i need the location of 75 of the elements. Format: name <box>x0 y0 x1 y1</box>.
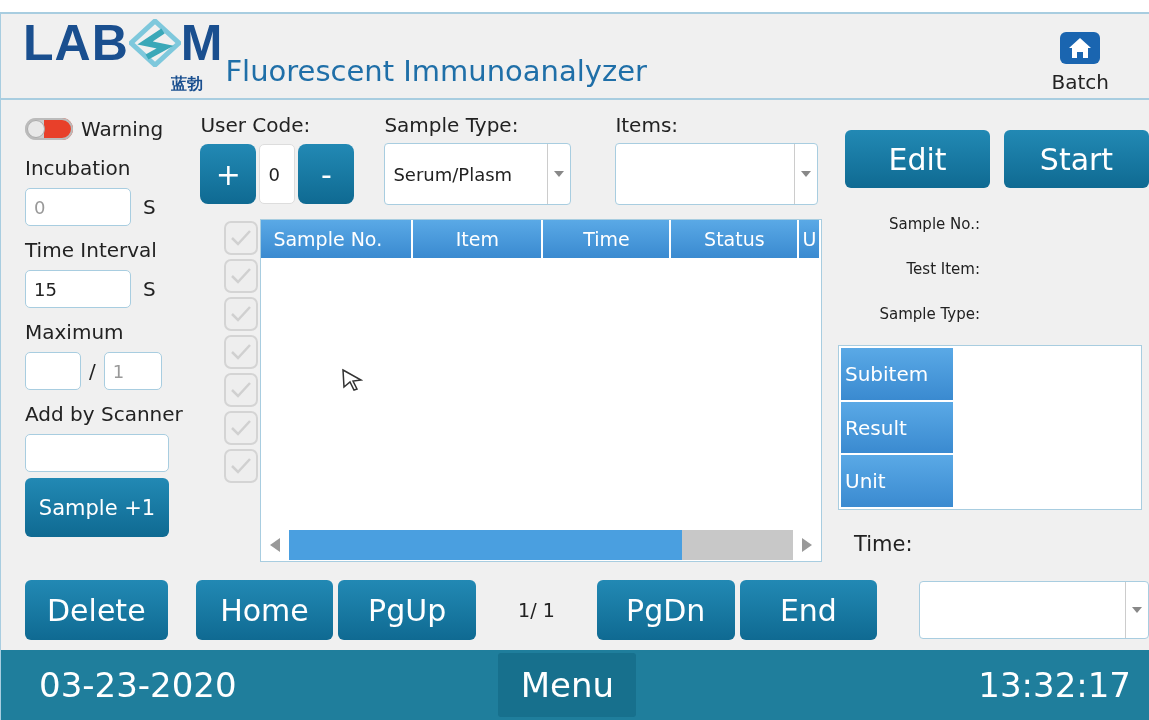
row-checkbox[interactable] <box>224 449 259 483</box>
home-icon <box>1060 32 1101 64</box>
time-interval-label: Time Interval <box>25 238 158 262</box>
check-icon <box>230 457 253 475</box>
incubation-field[interactable]: 0 <box>25 188 131 226</box>
row-checkbox[interactable] <box>224 221 259 255</box>
logo-icon <box>128 19 181 67</box>
sample-type-label: Sample Type: <box>384 113 520 137</box>
delete-button[interactable]: Delete <box>25 580 168 640</box>
page-nav-button[interactable]: End <box>739 580 878 640</box>
check-icon <box>230 381 253 399</box>
batch-button[interactable]: Batch <box>1051 32 1109 94</box>
app-title: Fluorescent Immunoanalyzer <box>225 54 647 88</box>
maximum-total-field[interactable]: 1 <box>103 352 162 390</box>
column-header[interactable]: U <box>799 220 820 258</box>
maximum-field[interactable] <box>25 352 81 390</box>
check-icon <box>230 229 253 247</box>
scanner-field[interactable] <box>25 434 169 472</box>
check-icon <box>230 419 253 437</box>
scroll-left-icon[interactable] <box>270 538 281 552</box>
items-label: Items: <box>615 113 680 137</box>
result-row-header: Subitem <box>841 348 953 400</box>
time-label: Time: <box>854 532 914 556</box>
info-label: Sample Type: <box>879 304 980 325</box>
sample-type-dropdown[interactable]: Serum/Plasm <box>384 143 572 205</box>
horizontal-scrollbar[interactable] <box>289 530 794 560</box>
row-checkbox[interactable] <box>224 373 259 407</box>
page-indicator: 1/ 1 <box>517 599 556 621</box>
action-button[interactable]: Edit <box>845 130 990 188</box>
result-row-header: Unit <box>841 455 953 507</box>
column-header[interactable]: Item <box>413 220 542 258</box>
dropdown-arrow-icon <box>1132 607 1143 613</box>
row-checkbox[interactable] <box>224 335 259 369</box>
check-icon <box>230 267 253 285</box>
dropdown-arrow-icon <box>554 171 565 177</box>
logo-text: M <box>180 18 224 68</box>
date-text: 03-23-2020 <box>39 665 237 705</box>
row-checkbox[interactable] <box>224 259 259 293</box>
separator: / <box>89 359 96 383</box>
row-checkbox[interactable] <box>224 297 259 331</box>
user-code-label: User Code: <box>200 113 312 137</box>
decrement-button[interactable]: - <box>298 144 355 204</box>
sample-add-button[interactable]: Sample +1 <box>25 478 169 537</box>
action-button[interactable]: Start <box>1004 130 1149 188</box>
warning-toggle[interactable] <box>25 118 73 140</box>
clock-text: 13:32:17 <box>978 665 1131 705</box>
incubation-label: Incubation <box>25 156 132 180</box>
menu-button[interactable]: Menu <box>498 653 637 717</box>
scanner-label: Add by Scanner <box>25 402 184 426</box>
increment-button[interactable]: + <box>200 144 257 204</box>
column-header[interactable]: Time <box>543 220 670 258</box>
check-icon <box>230 343 253 361</box>
page-nav-button[interactable]: Home <box>195 580 334 640</box>
items-dropdown[interactable] <box>615 143 819 205</box>
logo-subtitle: 蓝勃 <box>171 74 204 94</box>
logo-text: LAB <box>23 18 129 68</box>
scroll-right-icon[interactable] <box>802 538 813 552</box>
column-header[interactable]: Sample No. <box>261 220 412 258</box>
warning-label: Warning <box>81 117 164 141</box>
mouse-cursor-icon <box>341 368 364 392</box>
unit-label: S <box>143 277 156 301</box>
page-nav-button[interactable]: PgDn <box>596 580 735 640</box>
maximum-label: Maximum <box>25 320 125 344</box>
time-dropdown[interactable] <box>919 581 1149 639</box>
unit-label: S <box>143 195 156 219</box>
dropdown-arrow-icon <box>801 171 812 177</box>
row-checkbox[interactable] <box>224 411 259 445</box>
user-code-field[interactable]: 0 <box>259 144 296 204</box>
page-nav-button[interactable]: PgUp <box>338 580 476 640</box>
column-header[interactable]: Status <box>671 220 798 258</box>
time-interval-field[interactable]: 15 <box>25 270 131 308</box>
result-row-header: Result <box>841 401 953 454</box>
info-label: Sample No.: <box>889 214 980 235</box>
check-icon <box>230 305 253 323</box>
info-label: Test Item: <box>906 259 980 280</box>
